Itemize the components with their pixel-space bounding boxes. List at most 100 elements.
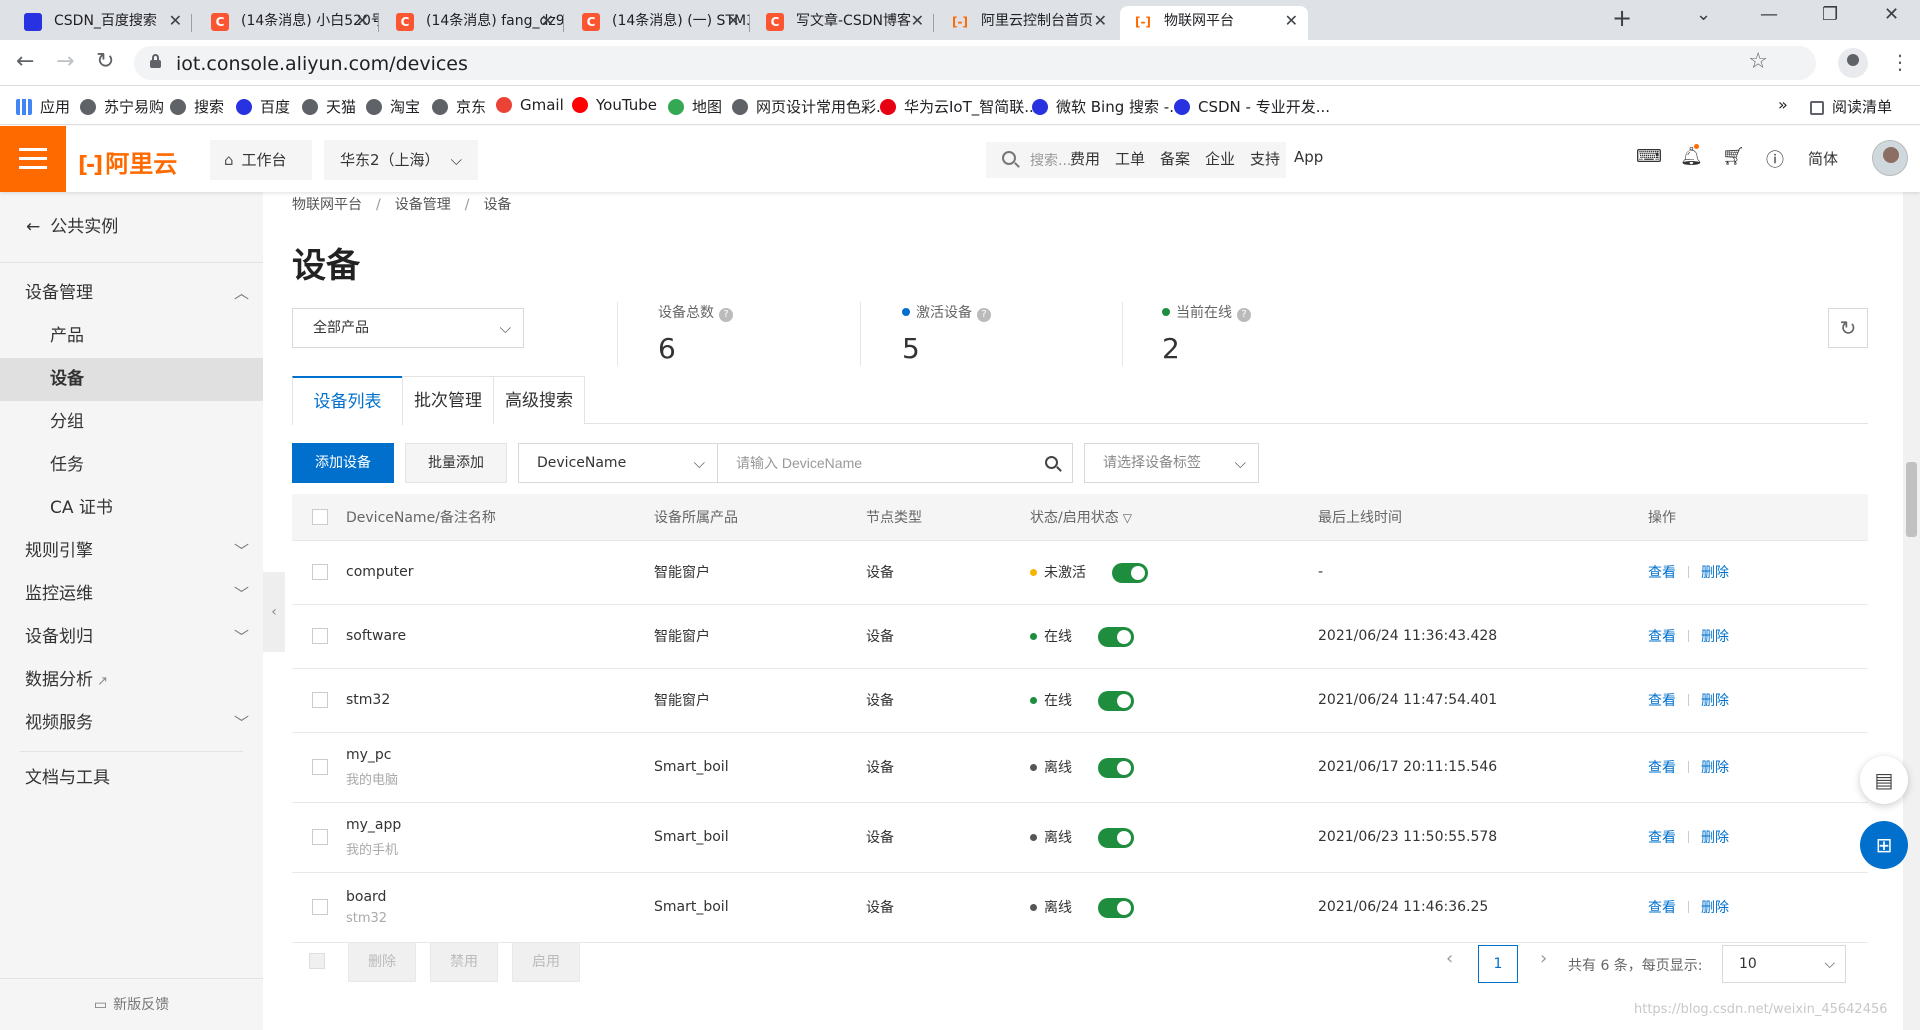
view-link[interactable]: 查看 [1648, 565, 1676, 581]
help-icon[interactable]: ⓘ [1766, 146, 1784, 172]
bulk-disable-button[interactable]: 禁用 [430, 942, 498, 982]
bookmark-item[interactable]: 苏宁易购 [80, 96, 164, 117]
row-checkbox[interactable] [312, 899, 328, 915]
view-link[interactable]: 查看 [1648, 760, 1676, 776]
browser-tab[interactable]: CSDN_百度搜索 ✕ [10, 6, 192, 40]
row-checkbox[interactable] [312, 564, 328, 580]
delete-link[interactable]: 删除 [1701, 693, 1729, 709]
scrollbar[interactable] [1903, 192, 1920, 1030]
page-number[interactable]: 1 [1478, 945, 1518, 983]
topnav-link[interactable]: 工单 [1115, 148, 1145, 169]
footer-select-checkbox[interactable] [309, 953, 325, 969]
view-link[interactable]: 查看 [1648, 900, 1676, 916]
add-device-button[interactable]: 添加设备 [292, 443, 394, 483]
batch-add-button[interactable]: 批量添加 [405, 443, 507, 483]
bookmark-item[interactable]: 微软 Bing 搜索 -... [1032, 96, 1184, 117]
profile-icon[interactable] [1838, 48, 1868, 78]
minimize-button[interactable]: — [1760, 4, 1778, 25]
avatar[interactable] [1872, 140, 1908, 176]
enable-toggle[interactable] [1098, 757, 1134, 778]
device-search-input[interactable] [717, 443, 1073, 483]
close-window-button[interactable]: ✕ [1884, 4, 1899, 25]
maximize-button[interactable]: ❐ [1822, 4, 1838, 25]
close-icon[interactable]: ✕ [169, 6, 182, 36]
browser-tab[interactable]: C (14条消息) 小白520号 ✕ [197, 6, 379, 40]
bulk-delete-button[interactable]: 删除 [348, 942, 416, 982]
row-checkbox[interactable] [312, 759, 328, 775]
browser-tab[interactable]: C 写文章-CSDN博客 ✕ [752, 6, 934, 40]
browser-tab[interactable]: [-] 阿里云控制台首页 ✕ [937, 6, 1117, 40]
prev-page-icon[interactable]: ‹ [1446, 948, 1453, 969]
delete-link[interactable]: 删除 [1701, 629, 1729, 645]
bell-icon[interactable]: 🔔︎ [1680, 146, 1703, 167]
enable-toggle[interactable] [1098, 626, 1134, 647]
browser-tab[interactable]: C (14条消息) fang_dz99 ✕ [382, 6, 564, 40]
sidebar-item[interactable]: 视频服务 ﹀ [0, 702, 263, 745]
sidebar-item[interactable]: 文档与工具 [0, 757, 263, 800]
menu-kebab-icon[interactable]: ⋮ [1890, 50, 1910, 74]
help-icon[interactable]: ? [1237, 308, 1251, 322]
product-select[interactable]: 全部产品 ⌵ [292, 308, 524, 348]
more-bookmarks-chevron[interactable]: » [1778, 95, 1788, 114]
url-text[interactable]: iot.console.aliyun.com/devices [176, 53, 468, 75]
bookmark-item[interactable]: 京东 [432, 96, 486, 117]
sidebar-item[interactable]: 产品 [0, 315, 263, 358]
cart-icon[interactable]: 🛒︎ [1722, 146, 1745, 167]
tab-batch-management[interactable]: 批次管理 [402, 376, 494, 424]
sidebar-item[interactable]: 设备 [0, 358, 263, 401]
breadcrumb-iot[interactable]: 物联网平台 [292, 197, 362, 213]
chat-icon[interactable]: ▤ [1860, 756, 1908, 804]
sidebar-item[interactable]: 设备划归 ﹀ [0, 616, 263, 659]
forward-arrow-icon[interactable]: → [56, 49, 74, 74]
aliyun-logo[interactable]: [-] 阿里云 [78, 144, 177, 179]
refresh-button[interactable]: ↻ [1828, 308, 1868, 348]
breadcrumb-device-mgmt[interactable]: 设备管理 [395, 197, 451, 213]
close-icon[interactable]: ✕ [911, 6, 924, 36]
apps-grid-icon[interactable]: ⊞ [1860, 821, 1908, 869]
bulk-enable-button[interactable]: 启用 [512, 942, 580, 982]
sidebar-item[interactable]: 规则引擎 ﹀ [0, 530, 263, 573]
tab-device-list[interactable]: 设备列表 [292, 376, 403, 425]
bookmark-item[interactable]: 淘宝 [366, 96, 420, 117]
new-tab-button[interactable]: + [1612, 4, 1632, 32]
delete-link[interactable]: 删除 [1701, 830, 1729, 846]
bookmark-star-icon[interactable]: ☆ [1748, 49, 1768, 74]
enable-toggle[interactable] [1098, 897, 1134, 918]
bookmark-item[interactable]: 应用 [16, 96, 70, 117]
bookmark-item[interactable]: 搜索 [170, 96, 224, 117]
view-link[interactable]: 查看 [1648, 830, 1676, 846]
bookmark-item[interactable]: 华为云IoT_智简联... [880, 96, 1039, 117]
sidebar-item[interactable]: CA 证书 [0, 487, 263, 530]
row-checkbox[interactable] [312, 829, 328, 845]
sidebar-item[interactable]: 设备管理 ︿ [0, 272, 263, 315]
bookmark-item[interactable]: CSDN - 专业开发... [1174, 96, 1330, 117]
feedback-link[interactable]: ▭ 新版反馈 [0, 978, 263, 1030]
sidebar-collapse-handle[interactable]: ‹ [263, 572, 285, 652]
sidebar-item[interactable]: 任务 [0, 444, 263, 487]
bookmark-item[interactable]: 地图 [668, 96, 722, 117]
select-all-checkbox[interactable] [312, 508, 328, 525]
bookmark-item[interactable]: 网页设计常用色彩... [732, 96, 890, 117]
view-link[interactable]: 查看 [1648, 693, 1676, 709]
enable-toggle[interactable] [1112, 562, 1148, 583]
help-icon[interactable]: ? [977, 308, 991, 322]
view-link[interactable]: 查看 [1648, 629, 1676, 645]
back-arrow-icon[interactable]: ← [16, 49, 34, 74]
row-checkbox[interactable] [312, 692, 328, 708]
tab-search-icon[interactable]: ⌄ [1696, 4, 1711, 25]
page-size-select[interactable]: 10 ⌵ [1722, 945, 1846, 983]
delete-link[interactable]: 删除 [1701, 760, 1729, 776]
bookmark-item[interactable]: 天猫 [302, 96, 356, 117]
topnav-link[interactable]: App [1294, 148, 1323, 166]
next-page-icon[interactable]: › [1540, 948, 1547, 969]
terminal-icon[interactable]: ⌨ [1636, 146, 1662, 167]
close-icon[interactable]: ✕ [1285, 6, 1298, 36]
topnav-link[interactable]: 支持 [1250, 148, 1280, 169]
sidebar-item[interactable]: 分组 [0, 401, 263, 444]
delete-link[interactable]: 删除 [1701, 565, 1729, 581]
topnav-link[interactable]: 费用 [1070, 148, 1100, 169]
topnav-link[interactable]: 企业 [1205, 148, 1235, 169]
delete-link[interactable]: 删除 [1701, 900, 1729, 916]
enable-toggle[interactable] [1098, 690, 1134, 711]
help-icon[interactable]: ? [719, 308, 733, 322]
